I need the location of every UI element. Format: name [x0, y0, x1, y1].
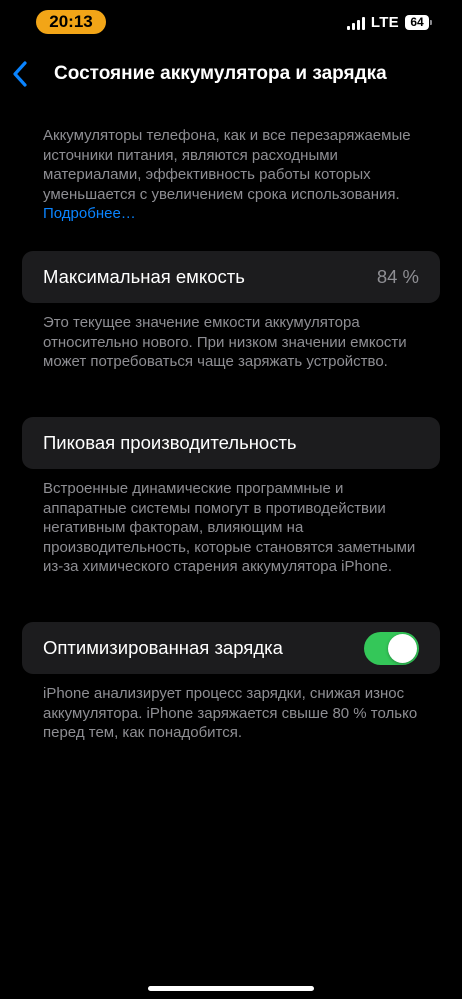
status-time[interactable]: 20:13 — [36, 10, 106, 34]
toggle-knob — [388, 634, 417, 663]
optimized-charging-row: Оптимизированная зарядка — [22, 622, 440, 674]
cellular-signal-icon — [346, 16, 365, 30]
max-capacity-value: 84 % — [376, 266, 419, 287]
optimized-charging-toggle[interactable] — [364, 632, 419, 665]
optimized-charging-footer: iPhone анализирует процесс зарядки, сниж… — [43, 685, 418, 741]
nav-bar: Состояние аккумулятора и зарядка — [0, 55, 462, 95]
intro-text: Аккумуляторы телефона, как и все перезар… — [43, 127, 411, 203]
max-capacity-footer: Это текущее значение емкости аккумулятор… — [43, 314, 407, 370]
battery-icon: 64 — [405, 15, 432, 30]
status-indicators: LTE 64 — [346, 14, 432, 31]
max-capacity-label: Максимальная емкость — [43, 266, 245, 287]
home-indicator[interactable] — [148, 986, 314, 991]
page-title: Состояние аккумулятора и зарядка — [54, 63, 387, 84]
peak-performance-label: Пиковая производительность — [43, 432, 297, 453]
network-type-label: LTE — [370, 14, 399, 31]
back-chevron-icon[interactable] — [10, 59, 34, 89]
battery-tip — [430, 20, 432, 25]
peak-performance-footer: Встроенные динамические программные и ап… — [43, 480, 416, 575]
optimized-charging-label: Оптимизированная зарядка — [43, 637, 283, 658]
learn-more-link[interactable]: Подробнее… — [43, 205, 136, 222]
max-capacity-row: Максимальная емкость 84 % — [22, 251, 440, 303]
status-bar: 20:13 LTE 64 — [0, 0, 462, 48]
battery-level: 64 — [405, 15, 429, 30]
peak-performance-row: Пиковая производительность — [22, 417, 440, 469]
intro-description: Аккумуляторы телефона, как и все перезар… — [43, 126, 428, 224]
